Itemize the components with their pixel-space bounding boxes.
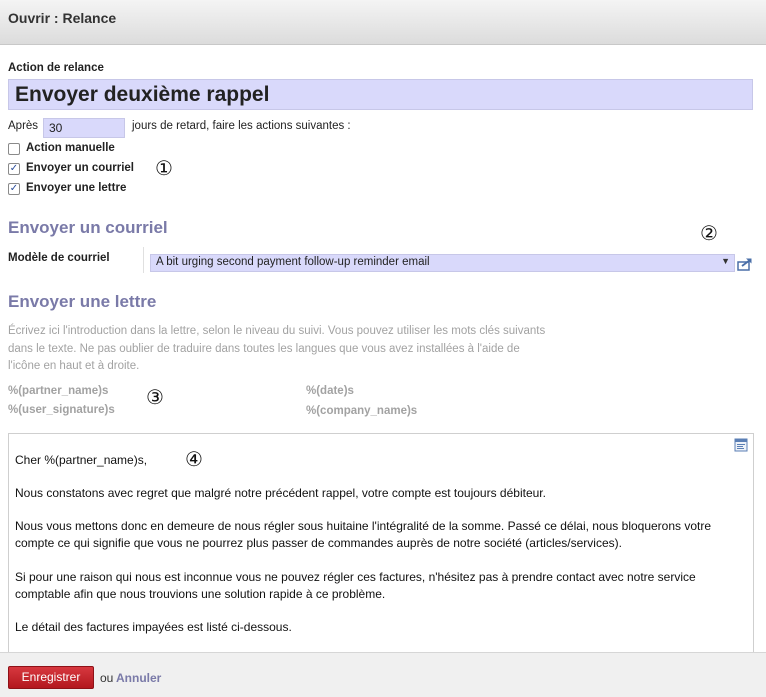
form-content: Action de relance Envoyer deuxième rappe… (0, 46, 766, 652)
or-label: ou (100, 671, 114, 685)
editor-paragraph: Nous vous mettons donc en demeure de nou… (15, 519, 712, 550)
open-external-icon[interactable] (737, 257, 753, 271)
name-label: Action de relance (8, 62, 104, 74)
send-letter-label: Envoyer une lettre (26, 182, 127, 194)
delay-days-input[interactable]: 30 (43, 118, 125, 138)
editor-paragraph: Nous constatons avec regret que malgré n… (15, 486, 546, 500)
letter-section-title: Envoyer une lettre (8, 292, 157, 311)
field-separator (143, 247, 144, 273)
letter-help-text: Écrivez ici l'introduction dans la lettr… (8, 323, 588, 376)
keyword-company-name: %(company_name)s (306, 405, 418, 417)
editor-paragraph: Si pour une raison qui nous est inconnue… (15, 570, 696, 601)
help-line-2: dans le texte. Ne pas oublier de traduir… (8, 342, 520, 355)
dialog-footer: Enregistrer ou Annuler (0, 652, 766, 697)
name-input[interactable]: Envoyer deuxième rappel (8, 79, 753, 110)
manual-action-label: Action manuelle (26, 142, 115, 154)
help-line-1: Écrivez ici l'introduction dans la lettr… (8, 325, 546, 337)
keyword-date: %(date)s (306, 385, 354, 397)
delay-after-label: jours de retard, faire les actions suiva… (132, 120, 351, 132)
marker-3: ③ (146, 385, 164, 409)
dropdown-arrow-icon[interactable]: ▼ (721, 256, 730, 266)
manual-action-checkbox[interactable] (8, 143, 20, 155)
send-email-label: Envoyer un courriel (26, 162, 135, 174)
save-button[interactable]: Enregistrer (8, 666, 94, 689)
dialog-title: Ouvrir : Relance (8, 10, 117, 26)
editor-paragraph: Le détail des factures impayées est list… (15, 620, 292, 634)
send-letter-checkbox[interactable]: ✓ (8, 183, 20, 195)
email-section-title: Envoyer un courriel (8, 218, 168, 237)
help-line-3: l'icône en haut et à droite. (8, 360, 140, 372)
letter-text-editor[interactable]: Cher %(partner_name)s, Nous constatons a… (8, 433, 754, 652)
send-email-checkbox[interactable]: ✓ (8, 163, 20, 175)
dialog-header: Ouvrir : Relance (0, 0, 766, 45)
email-template-label: Modèle de courriel (8, 252, 110, 264)
email-template-value: A bit urging second payment follow-up re… (156, 256, 430, 268)
marker-4: ④ (185, 447, 203, 471)
delay-before-label: Après (8, 120, 39, 132)
marker-2: ② (700, 221, 718, 245)
keyword-user-signature: %(user_signature)s (8, 404, 115, 416)
editor-paragraph: Cher %(partner_name)s, (15, 453, 148, 467)
marker-1: ① (155, 156, 173, 180)
translate-icon[interactable] (734, 438, 748, 452)
email-template-select[interactable]: A bit urging second payment follow-up re… (150, 254, 735, 272)
cancel-link[interactable]: Annuler (116, 671, 161, 685)
keyword-partner-name: %(partner_name)s (8, 385, 109, 397)
